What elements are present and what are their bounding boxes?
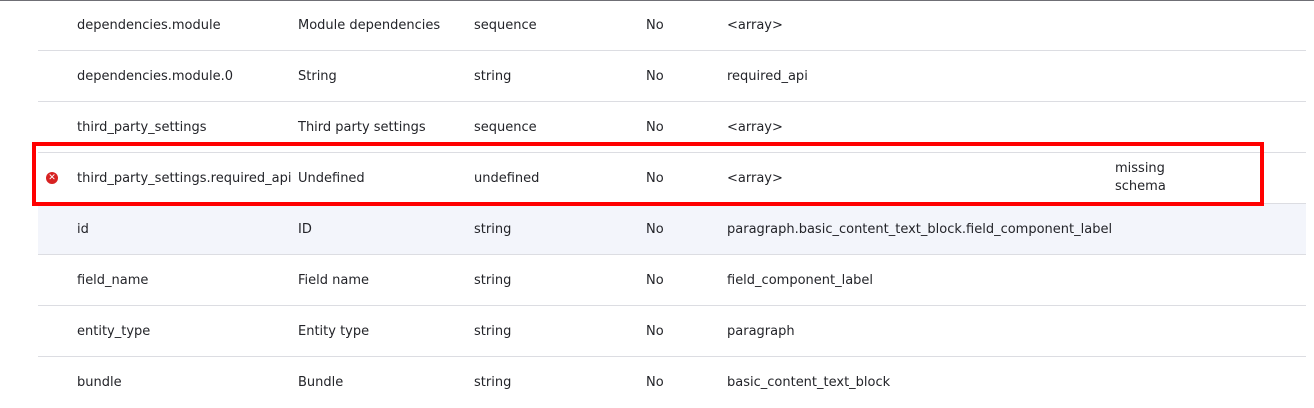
row-type: sequence [474, 119, 537, 135]
row-label: Bundle [298, 375, 344, 390]
error-x-circle-icon: ✕ [46, 172, 58, 184]
row-key: bundle [77, 375, 122, 390]
table-row: field_name Field name string No field_co… [38, 255, 1306, 306]
row-required: No [646, 221, 664, 237]
row-key: third_party_settings.required_api [77, 170, 292, 186]
row-type: undefined [474, 170, 540, 186]
row-label: Undefined [298, 170, 365, 186]
row-label: Field name [298, 272, 370, 288]
row-value: <array> [727, 17, 783, 33]
row-type: sequence [474, 17, 537, 33]
row-value: field_component_label [727, 272, 874, 288]
row-key: third_party_settings [77, 119, 207, 135]
row-key: entity_type [77, 323, 151, 339]
row-label: Module dependencies [298, 17, 441, 33]
schema-table: dependencies.module Module dependencies … [38, 0, 1306, 408]
table-row-error: ✕ third_party_settings.required_api Unde… [38, 153, 1306, 204]
row-type: string [474, 68, 512, 84]
row-value: required_api [727, 68, 808, 84]
row-value: paragraph [727, 323, 795, 339]
row-required: No [646, 375, 664, 390]
table-row: dependencies.module.0 String string No r… [38, 51, 1306, 102]
table-row: entity_type Entity type string No paragr… [38, 306, 1306, 357]
row-key: dependencies.module.0 [77, 68, 234, 84]
row-required: No [646, 119, 664, 135]
row-value: paragraph.basic_content_text_block.field… [727, 221, 1113, 237]
row-type: string [474, 375, 512, 390]
row-label: String [298, 68, 337, 84]
row-required: No [646, 272, 664, 288]
row-value: <array> [727, 170, 783, 186]
row-status: missing schema [1115, 153, 1166, 203]
row-key: id [77, 221, 89, 237]
status-line: schema [1115, 179, 1166, 194]
row-label: Entity type [298, 323, 370, 339]
row-type: string [474, 272, 512, 288]
row-label: ID [298, 221, 312, 237]
table-row: id ID string No paragraph.basic_content_… [38, 204, 1306, 255]
row-type: string [474, 221, 512, 237]
status-line: missing [1115, 161, 1165, 176]
table-row: third_party_settings Third party setting… [38, 102, 1306, 153]
row-required: No [646, 323, 664, 339]
table-row: dependencies.module Module dependencies … [38, 0, 1306, 51]
row-value: basic_content_text_block [727, 375, 891, 390]
row-key: dependencies.module [77, 17, 221, 33]
row-value: <array> [727, 119, 783, 135]
row-required: No [646, 68, 664, 84]
row-label: Third party settings [298, 119, 426, 135]
row-type: string [474, 323, 512, 339]
row-required: No [646, 17, 664, 33]
row-required: No [646, 170, 664, 186]
table-row: bundle Bundle string No basic_content_te… [38, 357, 1306, 408]
row-key: field_name [77, 272, 149, 288]
